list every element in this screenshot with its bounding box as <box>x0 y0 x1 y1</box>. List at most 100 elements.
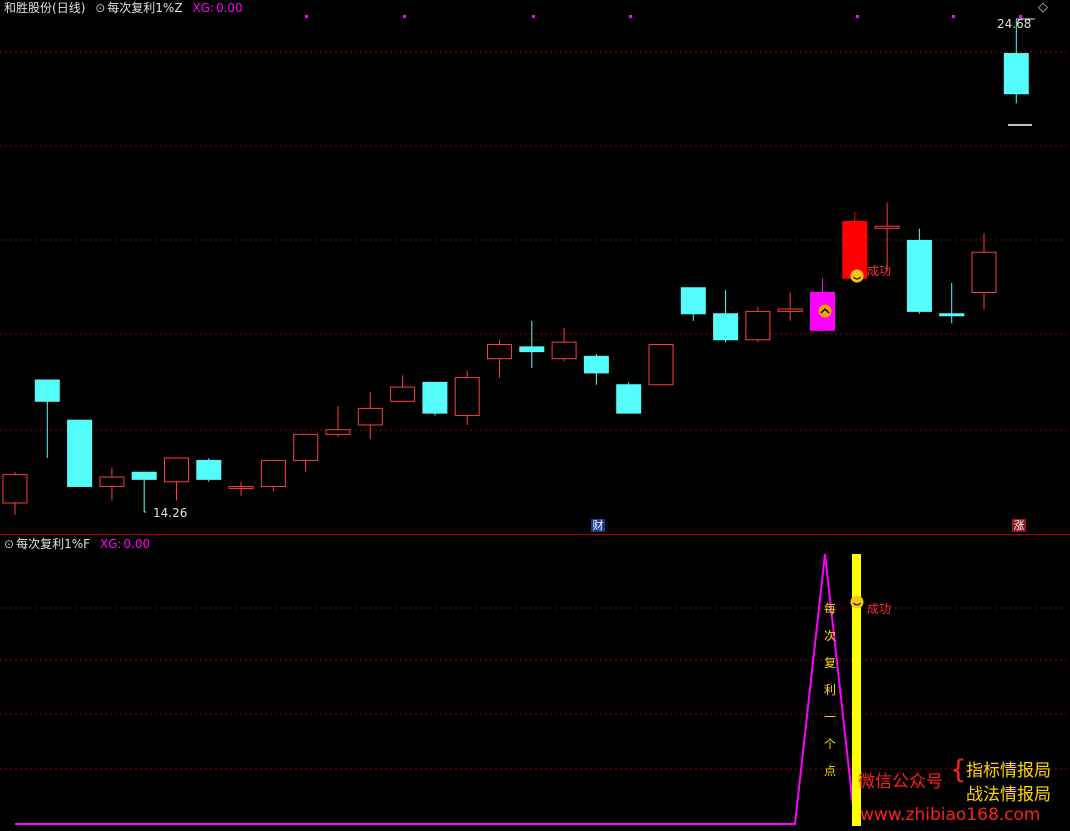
watermark-url: www.zhibiao168.com <box>860 805 1041 825</box>
candle <box>325 406 351 437</box>
candle <box>390 375 416 402</box>
candle-body <box>713 313 739 341</box>
collapse-icon-sub[interactable]: ⊙ <box>4 537 14 551</box>
cai-badge[interactable]: 财 <box>591 519 605 532</box>
candle <box>583 353 609 385</box>
candle-body <box>1003 53 1029 95</box>
candle-body <box>228 485 254 489</box>
candle <box>939 283 965 324</box>
vertical-char: 个 <box>823 737 836 751</box>
vertical-char: 利 <box>823 683 836 697</box>
vertical-char: 复 <box>823 656 836 670</box>
diamond-icon[interactable]: ◇ <box>1038 0 1048 15</box>
candle-body <box>454 377 480 416</box>
stock-name: 和胜股份 <box>4 1 53 15</box>
candle <box>971 233 997 310</box>
candle-body <box>293 433 319 461</box>
candle <box>874 202 900 272</box>
candle <box>34 379 60 459</box>
candle-body <box>487 344 512 360</box>
zhang-badge[interactable]: 涨 <box>1012 519 1026 532</box>
main-chart-pane[interactable]: 和胜股份(日线) ⊙ 每次复利1%Z XG: 0.00 24.68 ◇ 14.26 … <box>0 0 1070 534</box>
smiley-icon <box>850 595 864 609</box>
candle-body <box>939 313 965 317</box>
success-label-sub: 成功 <box>867 602 892 616</box>
candle-body <box>648 344 674 386</box>
candle <box>842 212 868 279</box>
indicator-pane[interactable]: ⊙ 每次复利1%F XG: 0.00 成功 每次复利一个点 微信公众号 { 指标情报… <box>0 535 1070 831</box>
candle <box>648 344 674 386</box>
candle-body <box>842 220 868 279</box>
collapse-icon[interactable]: ⊙ <box>95 1 105 15</box>
candle-body <box>874 225 900 229</box>
sub-xg-label: XG: <box>99 537 122 551</box>
candle <box>260 459 286 492</box>
candle <box>293 433 319 473</box>
candle-body <box>2 474 28 504</box>
candle-body <box>67 419 93 487</box>
candle <box>164 457 189 501</box>
candle <box>810 278 835 331</box>
candle-body <box>357 407 383 426</box>
candle-body <box>745 310 771 341</box>
candle <box>616 382 642 414</box>
candle-body <box>906 239 932 312</box>
xg-value: 0.00 <box>215 1 243 15</box>
candle <box>454 370 480 425</box>
sub-header: ⊙ 每次复利1%F XG: 0.00 <box>4 536 156 553</box>
candle <box>519 320 545 369</box>
candle <box>745 306 771 343</box>
candle-body <box>390 386 416 402</box>
candle-body <box>34 379 60 402</box>
candle-body <box>519 346 545 353</box>
signal-dot <box>532 15 535 18</box>
brace-glyph: { <box>950 755 967 785</box>
vertical-char: 每 <box>823 602 836 616</box>
candle <box>422 381 448 416</box>
watermark-name1: 指标情报局 <box>966 761 1051 781</box>
period-label: (日线) <box>52 1 86 15</box>
success-label-main: 成功 <box>867 264 892 278</box>
candle <box>906 228 932 314</box>
candle <box>67 419 93 487</box>
candlestick-chart[interactable] <box>0 0 1070 534</box>
sub-indicator-name[interactable]: 每次复利1%F <box>16 537 90 551</box>
candle <box>680 287 706 321</box>
xg-label: XG: <box>192 1 214 15</box>
wechat-label: 微信公众号 <box>858 772 943 792</box>
sub-xg-value: 0.00 <box>123 537 151 551</box>
up-arrow-icon <box>818 304 832 318</box>
candle <box>1003 19 1029 104</box>
candle-body <box>260 459 286 487</box>
candle <box>228 481 254 496</box>
candle-body <box>971 251 997 293</box>
signal-dot <box>856 15 859 18</box>
watermark-name2: 战法情报局 <box>966 785 1051 805</box>
indicator-line <box>15 553 856 825</box>
candle-body <box>196 459 222 480</box>
signal-dot <box>952 15 955 18</box>
candle <box>487 339 512 378</box>
candle-body <box>164 457 189 483</box>
candle-body <box>131 471 157 480</box>
candle <box>2 472 28 515</box>
candle <box>777 292 803 321</box>
signal-dot <box>629 15 632 18</box>
candle-body <box>583 355 609 374</box>
candle-body <box>777 308 803 312</box>
vertical-char: 次 <box>823 629 836 643</box>
indicator-name[interactable]: 每次复利1%Z <box>107 1 182 15</box>
candle <box>99 467 125 501</box>
candle-body <box>422 381 448 414</box>
price-low-label: 14.26 <box>153 506 188 520</box>
candle-body <box>99 476 125 487</box>
candle-body <box>680 287 706 315</box>
main-header: 和胜股份(日线) ⊙ 每次复利1%Z XG: 0.00 <box>4 0 249 17</box>
candle <box>357 391 383 440</box>
smiley-icon <box>850 269 864 283</box>
signal-dot <box>305 15 308 18</box>
signal-dot <box>403 15 406 18</box>
vertical-char: 点 <box>823 764 836 778</box>
candle-body <box>325 429 351 435</box>
candle <box>196 458 222 482</box>
